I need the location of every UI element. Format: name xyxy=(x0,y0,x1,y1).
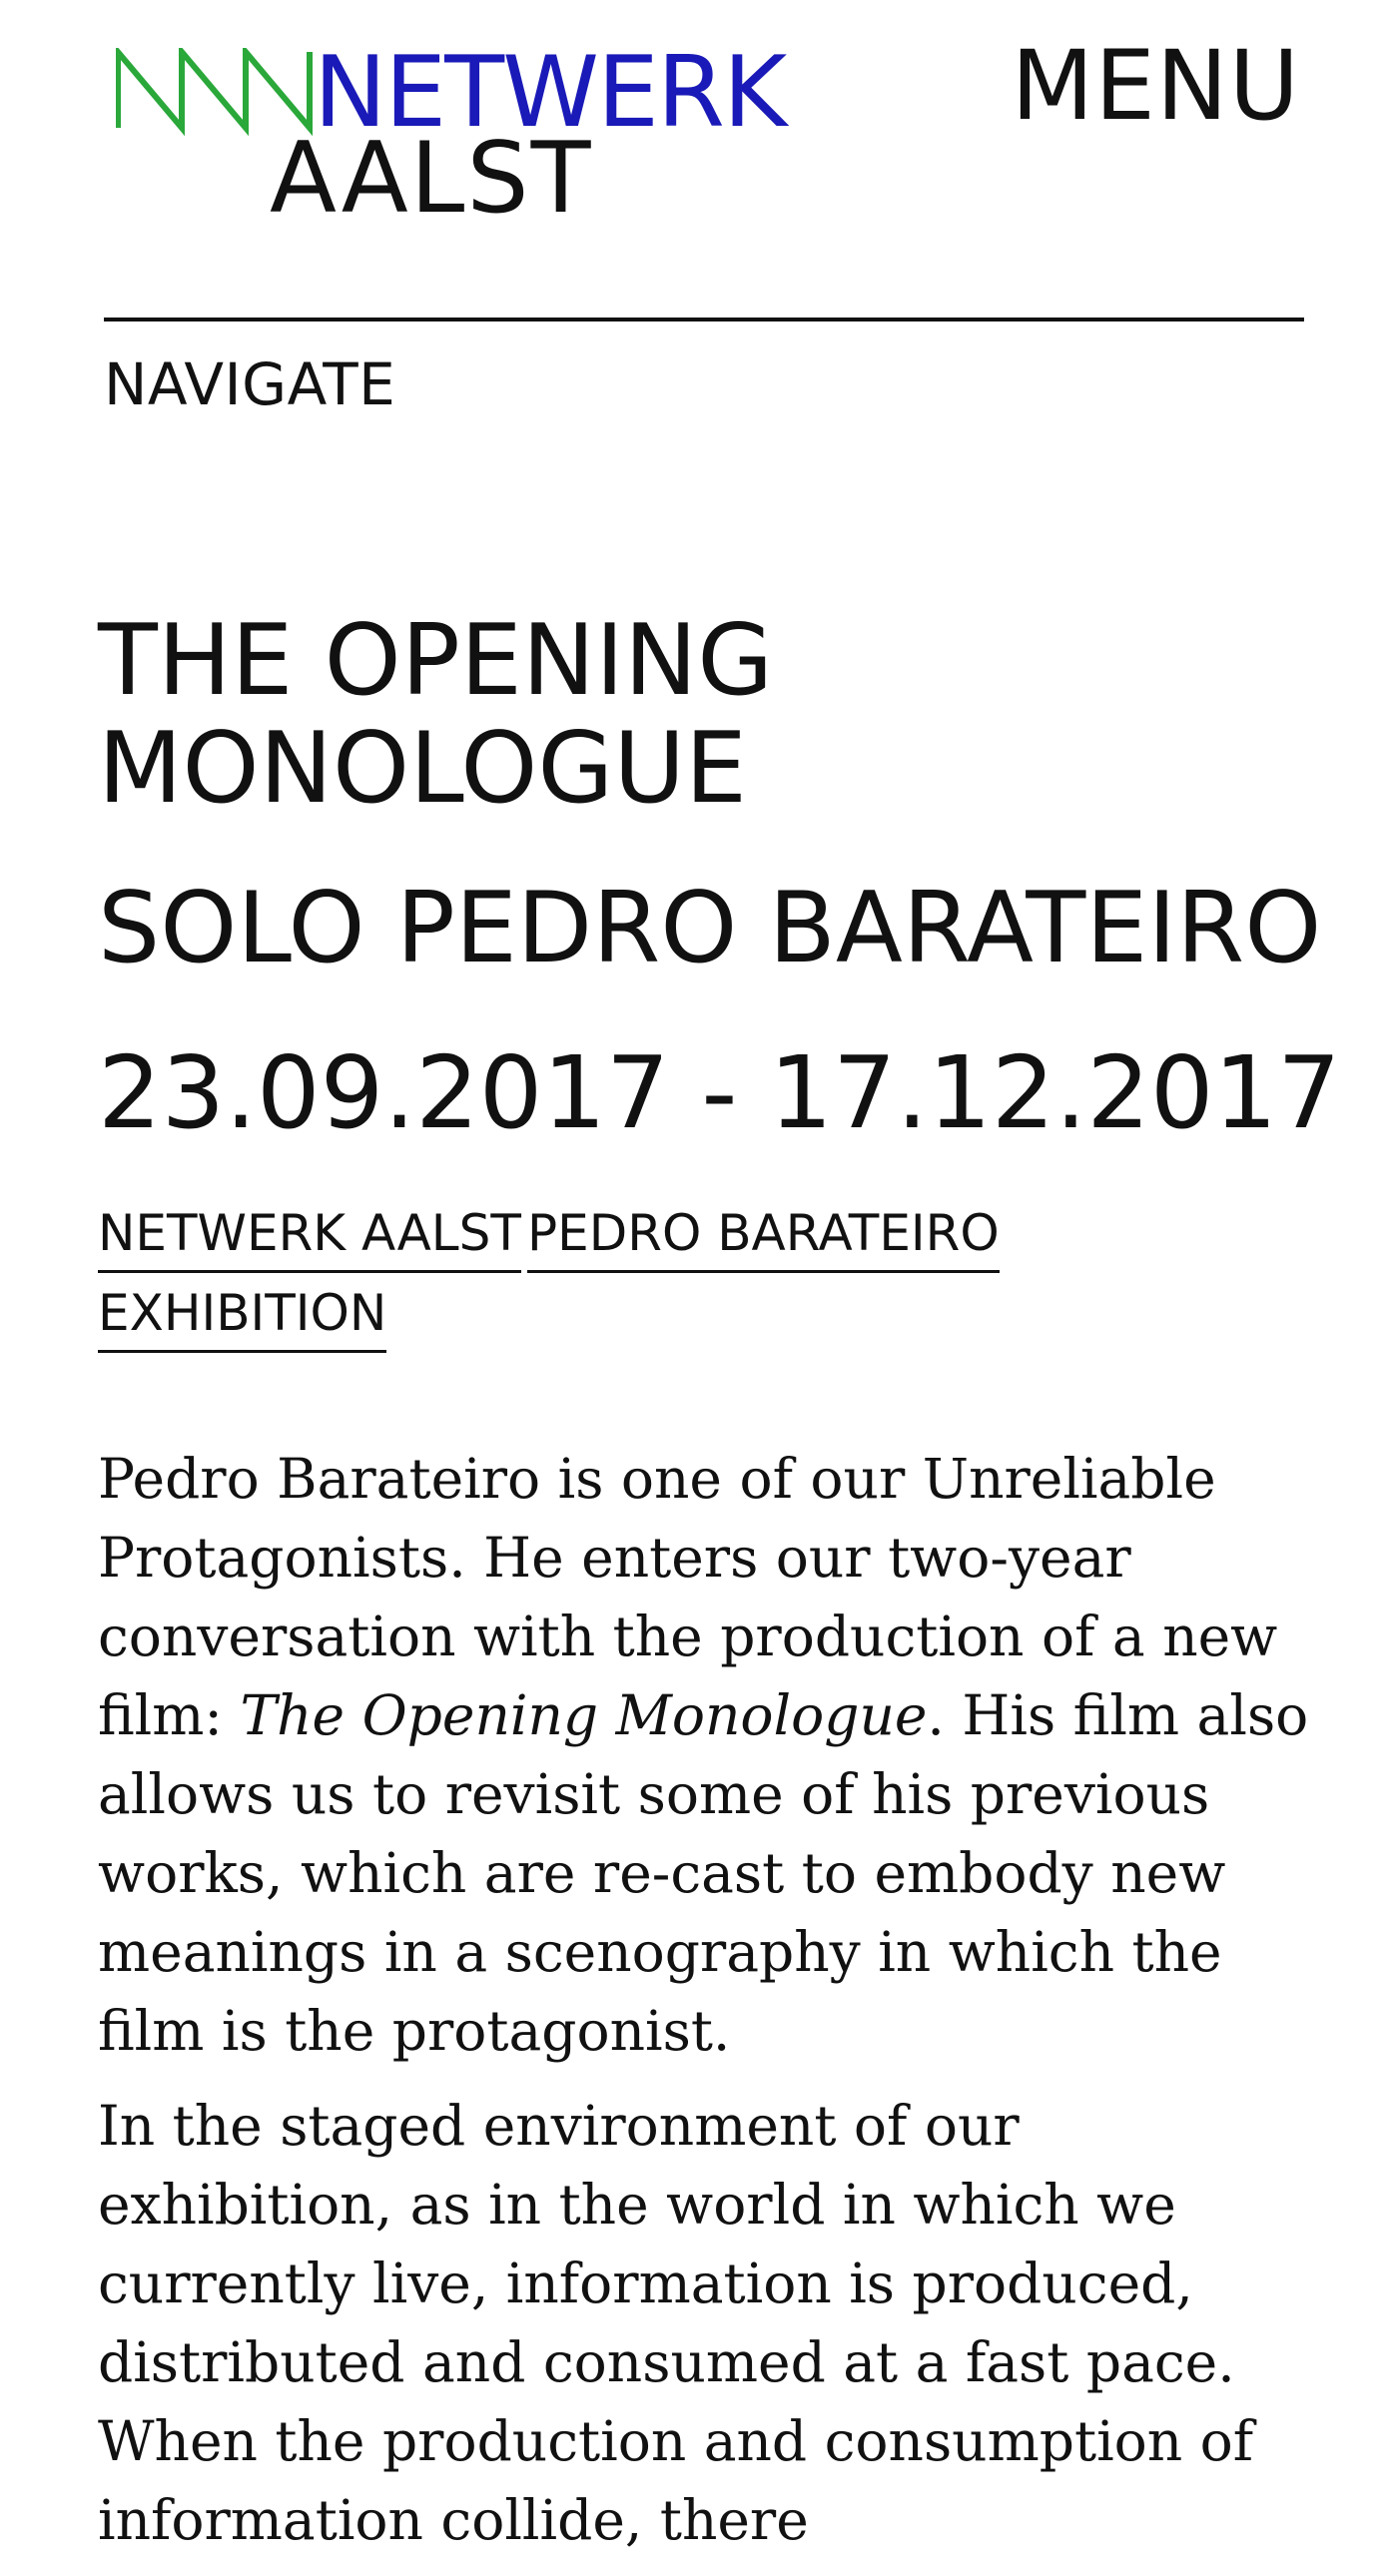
site-header: NETWERK AALST MENU xyxy=(0,0,1398,329)
tag-exhibition[interactable]: EXHIBITION xyxy=(98,1288,387,1353)
tag-pedro-barateiro[interactable]: PEDRO BARATEIRO xyxy=(527,1208,1000,1273)
exhibition-dates: 23.09.2017 - 17.12.2017 xyxy=(98,1034,1341,1151)
header-divider xyxy=(104,318,1304,322)
page: NETWERK AALST MENU NAVIGATE THE OPENING … xyxy=(0,0,1398,2552)
exhibition-description: Pedro Barateiro is one of our Unreliable… xyxy=(98,1440,1316,2576)
navigate-link[interactable]: NAVIGATE xyxy=(104,355,395,413)
exhibition-title: THE OPENING MONOLOGUE xyxy=(98,604,774,826)
menu-button[interactable]: MENU xyxy=(1011,38,1300,134)
exhibition-subtitle: SOLO PEDRO BARATEIRO xyxy=(98,872,1322,985)
film-title: The Opening Monologue xyxy=(240,1683,928,1747)
tag-netwerk-aalst[interactable]: NETWERK AALST xyxy=(98,1208,521,1273)
description-paragraph-1: Pedro Barateiro is one of our Unreliable… xyxy=(98,1440,1316,2071)
description-paragraph-2: In the staged environment of our exhibit… xyxy=(98,2094,1254,2552)
site-logo[interactable]: NETWERK AALST xyxy=(116,38,787,236)
logo-aalst-text: AALST xyxy=(270,122,593,236)
